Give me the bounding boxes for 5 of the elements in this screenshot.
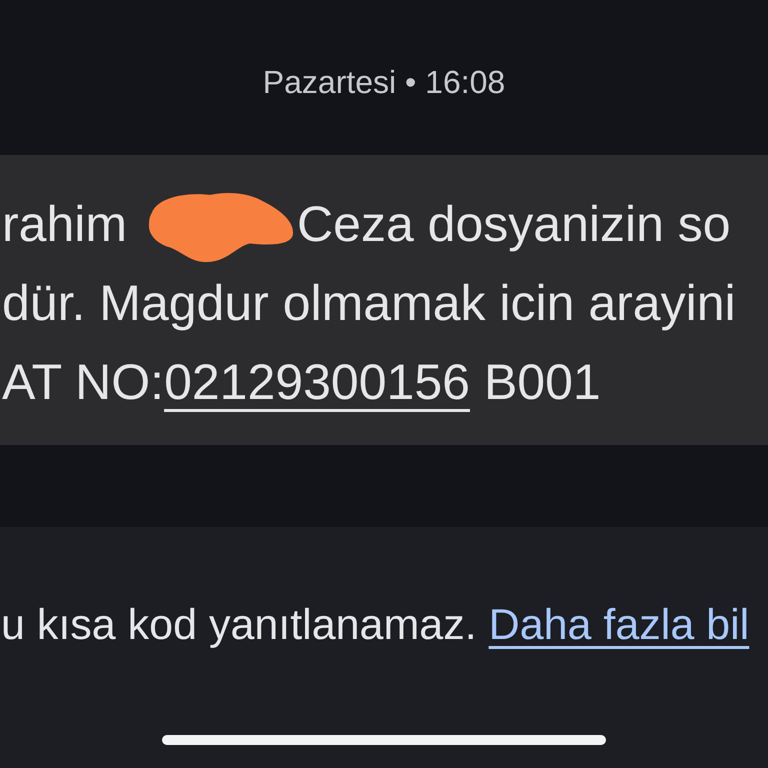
message-timestamp: Pazartesi • 16:08 bbox=[262, 63, 506, 102]
learn-more-link[interactable]: Daha fazla bil bbox=[488, 601, 750, 649]
phone-number-link[interactable]: 02129300156 bbox=[164, 354, 470, 410]
reply-notice: u kısa kod yanıtlanamaz. Daha fazla bil bbox=[0, 600, 750, 650]
message-text: rahim Ceza dosyanizin so dür. Magdur olmamak icin arayini AT NO:02129300156 B001 bbox=[2, 185, 768, 422]
